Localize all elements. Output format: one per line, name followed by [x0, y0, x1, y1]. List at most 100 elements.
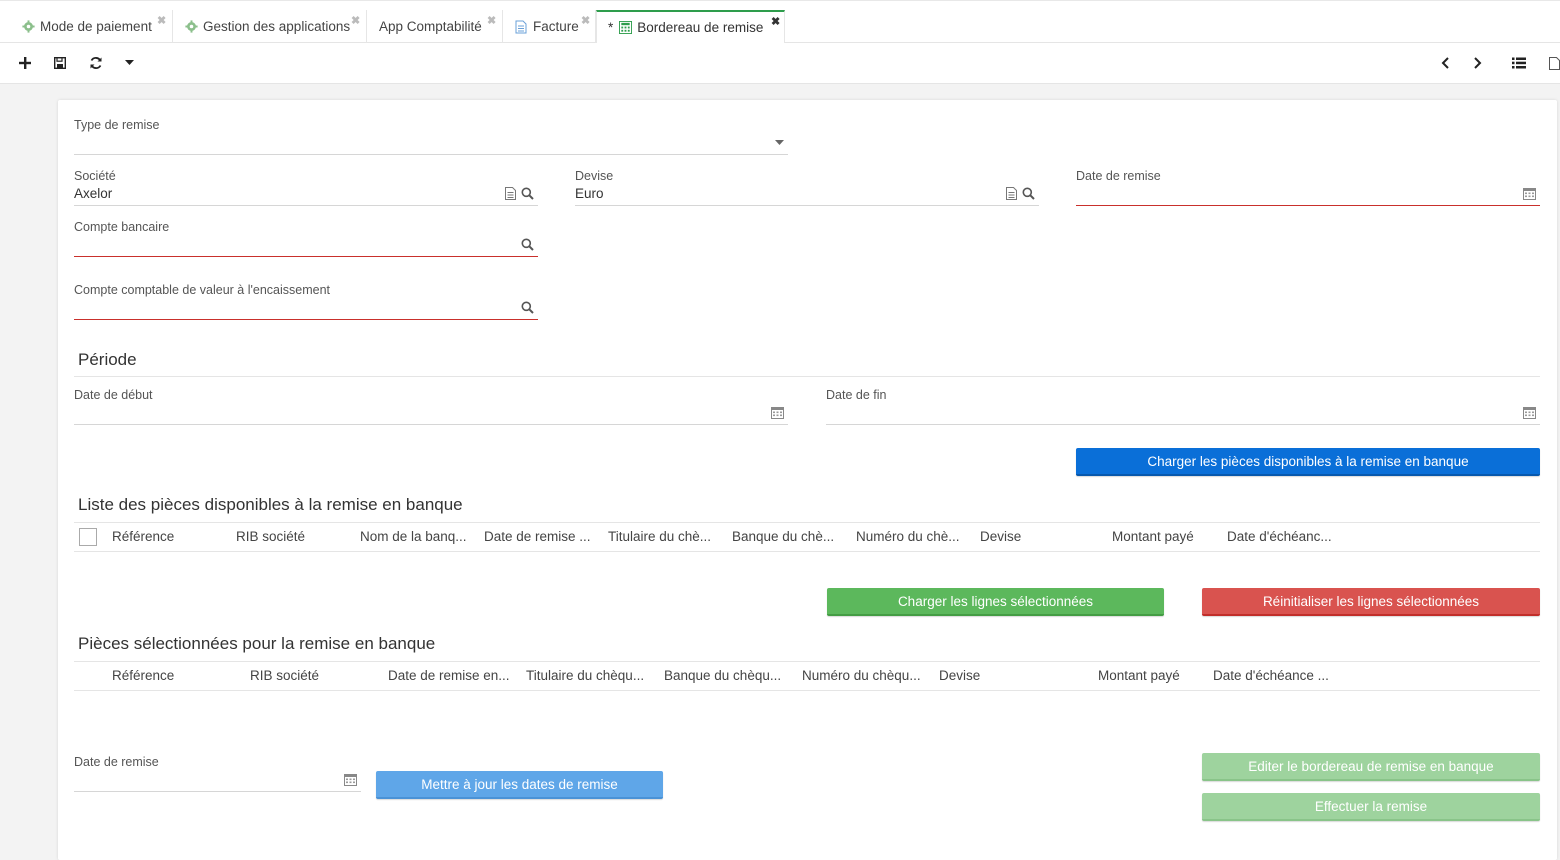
column-header[interactable]: Devise — [939, 668, 980, 683]
devise-field[interactable]: Euro — [575, 184, 1039, 206]
more-actions-dropdown[interactable] — [119, 53, 139, 73]
column-header[interactable]: Date d'échéance ... — [1213, 668, 1329, 683]
tab-label: App Comptabilité — [379, 19, 482, 34]
date-fin-label: Date de fin — [826, 388, 887, 402]
plus-icon — [19, 57, 31, 69]
date-remise-field[interactable] — [1076, 184, 1540, 206]
column-header[interactable]: Numéro du chè... — [856, 529, 960, 544]
selected-list-title: Pièces sélectionnées pour la remise en b… — [78, 634, 436, 653]
column-header[interactable]: Numéro du chèqu... — [802, 668, 921, 683]
caret-down-icon — [124, 60, 134, 65]
load-selected-lines-button[interactable]: Charger les lignes sélectionnées — [827, 588, 1164, 616]
calendar-icon[interactable] — [1523, 406, 1536, 419]
load-available-button[interactable]: Charger les pièces disponibles à la remi… — [1076, 448, 1540, 476]
tab-label: Gestion des applications — [203, 19, 351, 34]
gear-icon — [21, 20, 35, 34]
list-icon — [1512, 57, 1526, 69]
calendar-icon[interactable] — [1523, 187, 1536, 200]
document-icon — [1548, 56, 1560, 70]
column-header[interactable]: Nom de la banq... — [360, 529, 467, 544]
update-dates-button[interactable]: Mettre à jour les dates de remise — [376, 771, 663, 799]
periode-title: Période — [78, 350, 137, 369]
tab-facture[interactable]: Facture ✖ — [503, 10, 596, 43]
search-icon[interactable] — [1022, 187, 1035, 200]
search-icon[interactable] — [521, 238, 534, 251]
close-icon[interactable]: ✖ — [351, 14, 360, 27]
tab-app-comptabilite[interactable]: App Comptabilité ✖ — [367, 10, 503, 43]
chevron-left-icon — [1441, 57, 1449, 69]
print-bordereau-button[interactable]: Editer le bordereau de remise en banque — [1202, 753, 1540, 781]
column-header[interactable]: Référence — [112, 529, 174, 544]
column-header[interactable]: Titulaire du chèqu... — [526, 668, 644, 683]
column-header[interactable]: Montant payé — [1112, 529, 1194, 544]
close-icon[interactable]: ✖ — [581, 14, 590, 27]
tab-label: Mode de paiement — [40, 19, 152, 34]
compte-bancaire-field[interactable] — [74, 235, 538, 257]
tab-label: Bordereau de remise — [637, 20, 764, 35]
bottom-date-remise-label: Date de remise — [74, 755, 159, 769]
close-icon[interactable]: ✖ — [157, 14, 166, 27]
refresh-icon — [90, 57, 102, 69]
reset-selected-lines-button[interactable]: Réinitialiser les lignes sélectionnées — [1202, 588, 1540, 616]
chevron-right-icon — [1474, 57, 1482, 69]
column-header[interactable]: RIB société — [250, 668, 319, 683]
date-remise-label: Date de remise — [1076, 169, 1161, 183]
gear-icon — [184, 20, 198, 34]
previous-button[interactable] — [1435, 53, 1455, 73]
type-remise-label: Type de remise — [74, 118, 160, 132]
column-header[interactable]: Banque du chèqu... — [664, 668, 781, 683]
toolbar — [0, 43, 1560, 84]
document-icon[interactable] — [1006, 187, 1017, 200]
unsaved-marker: * — [608, 20, 614, 35]
type-remise-select[interactable] — [74, 133, 788, 155]
available-list-title: Liste des pièces disponibles à la remise… — [78, 495, 463, 514]
column-header[interactable]: Titulaire du chè... — [608, 529, 711, 544]
available-grid-header: Référence RIB société Nom de la banq... … — [74, 522, 1540, 552]
societe-field[interactable]: Axelor — [74, 184, 538, 206]
top-border — [0, 0, 1560, 3]
calendar-icon[interactable] — [771, 406, 784, 419]
next-button[interactable] — [1468, 53, 1488, 73]
date-debut-label: Date de début — [74, 388, 153, 402]
column-header[interactable]: Montant payé — [1098, 668, 1180, 683]
societe-label: Société — [74, 169, 116, 183]
devise-label: Devise — [575, 169, 614, 183]
compte-comptable-field[interactable] — [74, 298, 538, 320]
column-header[interactable]: Date d'échéanc... — [1227, 529, 1332, 544]
add-button[interactable] — [15, 53, 35, 73]
column-header[interactable]: Référence — [112, 668, 174, 683]
select-all-checkbox[interactable] — [79, 528, 97, 546]
tab-mode-de-paiement[interactable]: Mode de paiement ✖ — [10, 10, 173, 43]
document-icon[interactable] — [505, 187, 516, 200]
column-header[interactable]: RIB société — [236, 529, 305, 544]
tab-label: Facture — [533, 19, 579, 34]
date-debut-field[interactable] — [74, 403, 788, 425]
divider — [74, 376, 1540, 377]
form-card: Type de remise Société Axelor Devise Eur… — [58, 100, 1557, 860]
search-icon[interactable] — [521, 187, 534, 200]
close-icon[interactable]: ✖ — [487, 14, 496, 27]
column-header[interactable]: Devise — [980, 529, 1021, 544]
search-icon[interactable] — [521, 301, 534, 314]
tab-gestion-applications[interactable]: Gestion des applications ✖ — [173, 10, 367, 43]
refresh-button[interactable] — [86, 53, 106, 73]
tab-bordereau-de-remise[interactable]: * Bordereau de remise ✖ — [596, 10, 785, 43]
column-header[interactable]: Date de remise en... — [388, 668, 510, 683]
floppy-icon — [54, 57, 66, 69]
form-view-button[interactable] — [1544, 53, 1560, 73]
save-button[interactable] — [50, 53, 70, 73]
bottom-date-remise-field[interactable] — [74, 770, 361, 792]
column-header[interactable]: Banque du chè... — [732, 529, 834, 544]
compte-bancaire-label: Compte bancaire — [74, 220, 170, 234]
selected-grid-header: Référence RIB société Date de remise en.… — [74, 661, 1540, 691]
close-icon[interactable]: ✖ — [771, 15, 780, 28]
date-fin-field[interactable] — [826, 403, 1540, 425]
list-view-button[interactable] — [1509, 53, 1529, 73]
compte-comptable-label: Compte comptable de valeur à l'encaissem… — [74, 283, 330, 297]
column-header[interactable]: Date de remise ... — [484, 529, 591, 544]
document-icon — [514, 20, 528, 34]
perform-remise-button[interactable]: Effectuer la remise — [1202, 793, 1540, 821]
calendar-icon[interactable] — [344, 773, 357, 786]
tab-bar: Mode de paiement ✖ Gestion des applicati… — [0, 0, 1560, 43]
calculator-icon — [618, 21, 632, 35]
